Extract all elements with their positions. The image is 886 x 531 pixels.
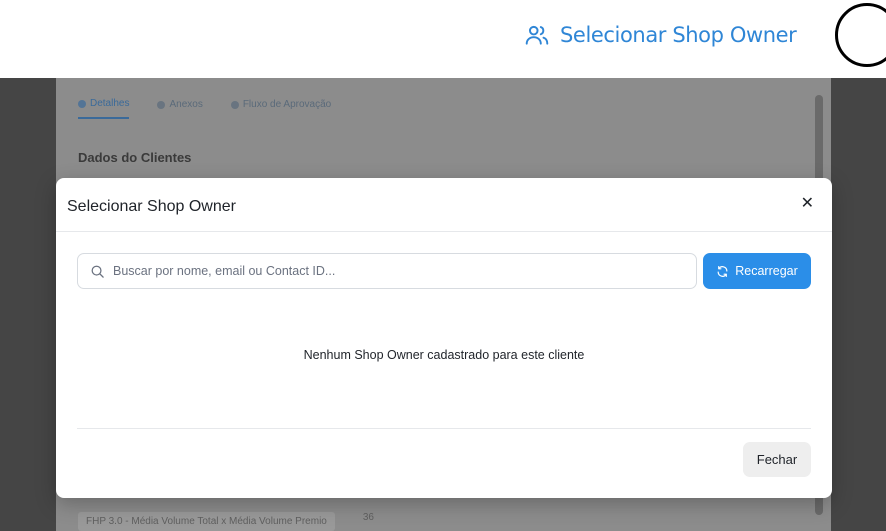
background-row-value: 36: [362, 512, 374, 523]
flow-icon: [230, 100, 239, 109]
background-section-title: Dados do Clientes: [78, 150, 192, 165]
search-icon: [91, 265, 104, 278]
close-dialog-button[interactable]: Fechar: [743, 442, 811, 477]
search-field[interactable]: [77, 253, 697, 289]
select-shop-owner-dialog: Selecionar Shop Owner ✕ Recarregar Nenhu…: [56, 178, 832, 498]
background-row-label: FHP 3.0 - Média Volume Total x Média Vol…: [78, 512, 335, 531]
info-icon: [78, 99, 86, 108]
tab-fluxo: Fluxo de Aprovação: [230, 98, 332, 119]
background-table-row: FHP 3.0 - Média Volume Total x Média Vol…: [78, 512, 374, 531]
tab-detalhes: Detalhes: [78, 98, 130, 119]
attachment-icon: [157, 100, 166, 109]
select-shop-owner-button[interactable]: Selecionar Shop Owner: [524, 18, 797, 52]
select-shop-owner-label: Selecionar Shop Owner: [560, 23, 797, 47]
refresh-icon: [717, 265, 728, 277]
reload-button[interactable]: Recarregar: [703, 253, 811, 289]
reload-label: Recarregar: [735, 264, 798, 278]
tab-anexos: Anexos: [157, 98, 203, 119]
tab-label: Fluxo de Aprovação: [242, 99, 332, 110]
background-tabs: Detalhes Anexos Fluxo de Aprovação: [78, 98, 331, 119]
tab-label: Detalhes: [90, 98, 130, 109]
users-icon: [525, 25, 549, 45]
dialog-title: Selecionar Shop Owner: [67, 198, 236, 215]
tab-label: Anexos: [169, 99, 203, 110]
round-action-button[interactable]: [835, 3, 886, 67]
dialog-header: Selecionar Shop Owner ✕: [56, 178, 832, 232]
top-header: Selecionar Shop Owner: [0, 0, 886, 78]
footer-divider: [77, 428, 811, 429]
search-input[interactable]: [113, 264, 673, 278]
close-icon[interactable]: ✕: [801, 194, 814, 214]
empty-state-message: Nenhum Shop Owner cadastrado para este c…: [303, 348, 585, 362]
